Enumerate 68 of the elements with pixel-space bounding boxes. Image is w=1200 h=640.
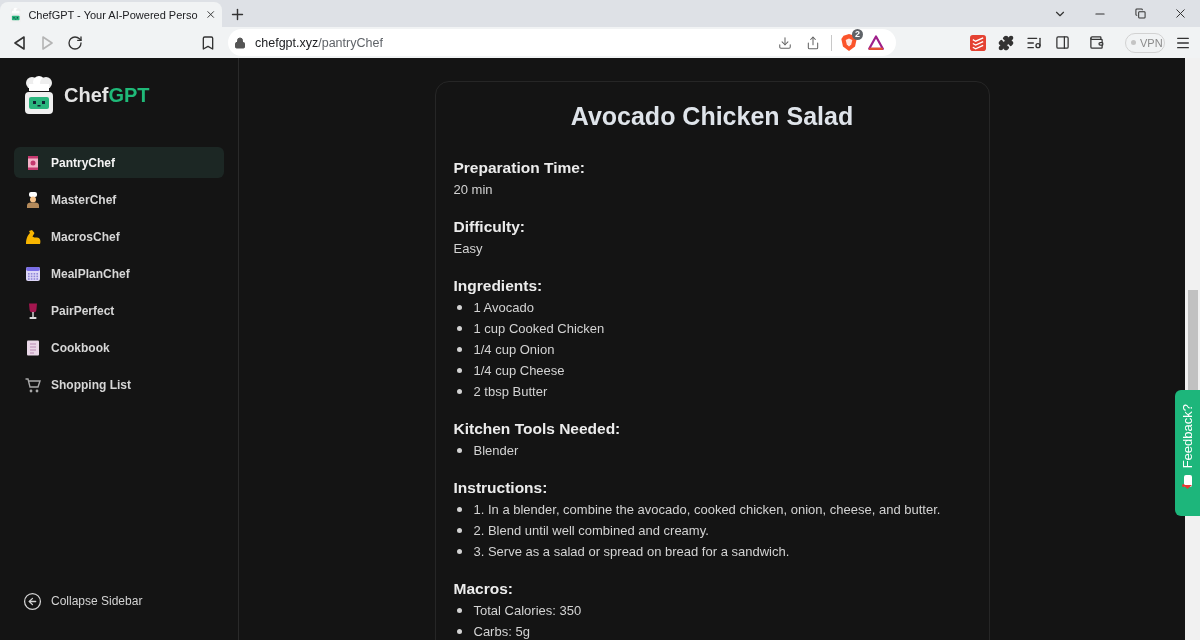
bullet-icon	[456, 549, 462, 554]
share-icon[interactable]	[806, 35, 820, 50]
sidebar-item[interactable]: PantryChef	[14, 147, 224, 178]
arrow-left-circle-icon	[23, 591, 42, 611]
sidebar-item[interactable]: MealPlanChef	[14, 258, 224, 289]
robot-icon	[10, 6, 22, 23]
flexed-arm-icon	[25, 228, 41, 245]
bullet-icon	[456, 347, 462, 352]
section-heading: Macros:	[453, 579, 513, 599]
list-item: 1 cup Cooked Chicken	[473, 320, 605, 338]
triangle-icon[interactable]	[868, 35, 884, 50]
bullet-icon	[456, 629, 462, 634]
scrollbar-thumb[interactable]	[1187, 290, 1198, 390]
list-item: Blender	[473, 442, 519, 460]
list-item: 2 tbsp Butter	[473, 383, 548, 401]
notebook-icon	[25, 339, 41, 356]
sidebar-item[interactable]: Shopping List	[14, 369, 224, 400]
collapse-sidebar-button[interactable]: Collapse Sidebar	[14, 591, 143, 611]
sidebar-item[interactable]: MasterChef	[14, 184, 224, 215]
section-heading: Ingredients:	[453, 276, 543, 296]
bullet-icon	[456, 507, 462, 512]
shield-icon[interactable]	[841, 34, 857, 51]
can-icon	[25, 154, 41, 171]
recipe-title: Avocado Chicken Salad	[570, 101, 854, 132]
sidebar-item[interactable]: PairPerfect	[14, 295, 224, 326]
bullet-icon	[456, 608, 462, 613]
puzzle-icon[interactable]	[998, 34, 1014, 51]
section-heading: Instructions:	[453, 478, 548, 498]
bullet-icon	[456, 528, 462, 533]
bookmark-icon[interactable]	[200, 34, 216, 51]
lock-icon	[234, 36, 246, 49]
download-icon[interactable]	[778, 35, 792, 50]
list-item: Carbs: 5g	[473, 623, 530, 640]
wallet-icon[interactable]	[1088, 35, 1104, 50]
section-heading: Kitchen Tools Needed:	[453, 419, 621, 439]
list-item: 1. In a blender, combine the avocado, cooked chicken, onion, cheese, and butter.	[473, 501, 941, 519]
logo-text: ChefGPT	[64, 83, 150, 107]
calendar-icon	[25, 265, 41, 282]
list-item: 1/4 cup Onion	[473, 341, 555, 359]
bullet-icon	[456, 448, 462, 453]
list-item: 3. Serve as a salad or spread on bread for a sandwich.	[473, 543, 790, 561]
section-text: 20 min	[453, 181, 493, 199]
sidebar-icon[interactable]	[1054, 35, 1070, 50]
reload-icon[interactable]	[67, 34, 83, 51]
address-field[interactable]: chefgpt.xyz/pantryChef 2	[228, 29, 896, 56]
cart-icon	[25, 376, 41, 393]
close-icon[interactable]	[204, 8, 216, 21]
shield-count: 2	[852, 28, 863, 40]
section-heading: Preparation Time:	[453, 158, 585, 178]
megaphone-icon	[1182, 475, 1193, 490]
browser-tab[interactable]: ChefGPT - Your AI-Powered Perso	[0, 2, 222, 27]
sidebar-item[interactable]: Cookbook	[14, 332, 224, 363]
bullet-icon	[456, 389, 462, 394]
section-heading: Difficulty:	[453, 217, 525, 237]
restore-icon[interactable]	[1134, 8, 1146, 19]
list-item: 1/4 cup Cheese	[473, 362, 565, 380]
chef-robot-icon	[24, 76, 54, 114]
section-text: Easy	[453, 240, 483, 258]
bullet-icon	[456, 368, 462, 373]
back-icon[interactable]	[13, 35, 25, 50]
sidebar-item[interactable]: MacrosChef	[14, 221, 224, 252]
list-item: Total Calories: 350	[473, 602, 582, 620]
task-app-icon[interactable]	[970, 34, 986, 51]
bullet-icon	[456, 305, 462, 310]
cook-icon	[25, 191, 41, 208]
bullet-icon	[456, 326, 462, 331]
list-item: 1 Avocado	[473, 299, 534, 317]
list-item: 2. Blend until well combined and creamy.	[473, 522, 709, 540]
